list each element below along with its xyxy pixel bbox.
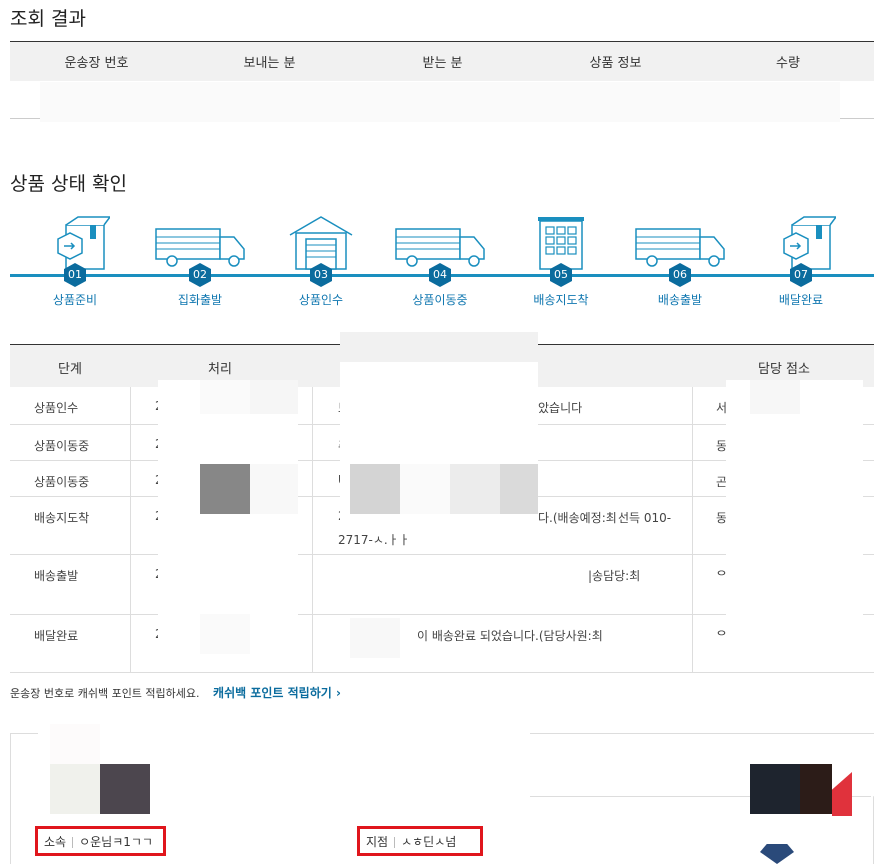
header-stage: 단계: [58, 362, 82, 377]
col-receiver: 받는 분: [422, 56, 463, 71]
row-stage: 배달완료: [34, 629, 79, 643]
step-5: 05 배송지도착: [506, 215, 616, 307]
table-row: 배달완료 2 이 배송완료 되었습니다.(담당사원:최 ᄋ: [10, 615, 874, 673]
warehouse-icon: [289, 216, 353, 270]
column-divider: [130, 387, 131, 673]
row-stage: 상품이동중: [34, 439, 90, 453]
redacted-area: [250, 380, 298, 414]
column-divider: [692, 387, 693, 673]
row-stage: 상품인수: [34, 401, 79, 415]
step-1-label: 상품준비: [52, 293, 98, 307]
step-6-label: 배송출발: [657, 293, 703, 307]
affiliation-value: ㅇ운님ㅋ1ㄱㄱ: [79, 835, 153, 849]
row-stage: 배송지도착: [34, 511, 90, 525]
redacted-area: [200, 464, 250, 514]
cashback-text: 운송장 번호로 캐쉬백 포인트 적립하세요.: [10, 687, 200, 700]
step-5-label: 배송지도착: [533, 293, 589, 307]
redacted-area: [100, 764, 150, 814]
redacted-area: [350, 618, 400, 658]
result-title: 조회 결과: [10, 8, 86, 30]
affiliation-tag: 소속 ㅇ운님ㅋ1ㄱㄱ: [35, 826, 166, 856]
status-steps: 01 상품준비 02 집화출발 03 상품인수 04 상품이동중 05 배송지도…: [10, 215, 874, 315]
redacted-area: [800, 764, 832, 814]
step-7-label: 배달완료: [778, 293, 824, 307]
col-quantity: 수량: [776, 56, 800, 71]
branch-value: ㅅㅎ딘ㅅ넘: [401, 835, 457, 849]
branch-label: 지점: [366, 835, 389, 849]
step-2: 02 집화출발: [145, 215, 255, 307]
truck-icon: [395, 228, 485, 267]
column-divider: [312, 387, 313, 673]
redacted-area: [400, 464, 450, 514]
redacted-area: [726, 380, 863, 616]
building-icon: [538, 217, 584, 270]
truck-icon: [155, 228, 245, 267]
box-icon: [783, 216, 836, 270]
row-desc-tail: |송담당:최: [588, 569, 641, 583]
step-7: 07 배달완료: [746, 215, 856, 307]
step-3: 03 상품인수: [266, 215, 376, 307]
row-desc-tail: 다.(배송예정:최: [538, 511, 617, 525]
step-4: 04 상품이동중: [385, 215, 495, 307]
redacted-area: [200, 614, 250, 654]
header-process: 처리: [208, 362, 232, 377]
redacted-area: [500, 464, 538, 514]
row-office: ᄋ: [716, 629, 728, 643]
cashback-link[interactable]: 캐쉬백 포인트 적립하기 ›: [213, 686, 341, 700]
redacted-area: [450, 464, 500, 514]
step-2-label: 집화출발: [177, 293, 223, 307]
step-3-label: 상품인수: [298, 293, 344, 307]
redacted-area: [50, 764, 100, 814]
redacted-area: [340, 332, 538, 362]
status-title: 상품 상태 확인: [10, 173, 127, 195]
row-phone: 선득 010-: [618, 511, 672, 525]
row-stage: 상품이동중: [34, 475, 90, 489]
col-sender: 보내는 분: [243, 56, 296, 71]
truck-icon: [635, 228, 725, 267]
step-6: 06 배송출발: [625, 215, 735, 307]
result-table-header: 운송장 번호 보내는 분 받는 분 상품 정보 수량: [10, 41, 874, 81]
redacted-area: [250, 464, 298, 514]
redacted-area: [350, 464, 400, 514]
redacted-area: [200, 380, 250, 414]
branch-tag: 지점 ㅅㅎ딘ㅅ넘: [357, 826, 483, 856]
row-desc-tail: 이 배송완료 되었습니다.(담당사원:최: [417, 629, 603, 643]
step-1: 01 상품준비: [20, 215, 130, 307]
affiliation-label: 소속: [44, 835, 67, 849]
step-4-label: 상품이동중: [412, 293, 468, 307]
box-icon: [57, 216, 110, 270]
row-stage: 배송출발: [34, 569, 79, 583]
col-waybill: 운송장 번호: [64, 56, 129, 71]
cashback-notice: 운송장 번호로 캐쉬백 포인트 적립하세요. 캐쉬백 포인트 적립하기 ›: [10, 684, 341, 701]
redacted-area: [50, 724, 100, 764]
header-office: 담당 점소: [758, 362, 810, 377]
redacted-area: [40, 82, 840, 122]
redacted-area: [750, 764, 800, 814]
row-desc-tail: 았습니다: [538, 401, 583, 415]
row-phone-cont: 2717-ㅅ.ㅏㅏ: [338, 533, 410, 547]
col-product: 상품 정보: [589, 56, 642, 71]
redacted-area: [340, 560, 580, 610]
redacted-area: [750, 380, 800, 414]
